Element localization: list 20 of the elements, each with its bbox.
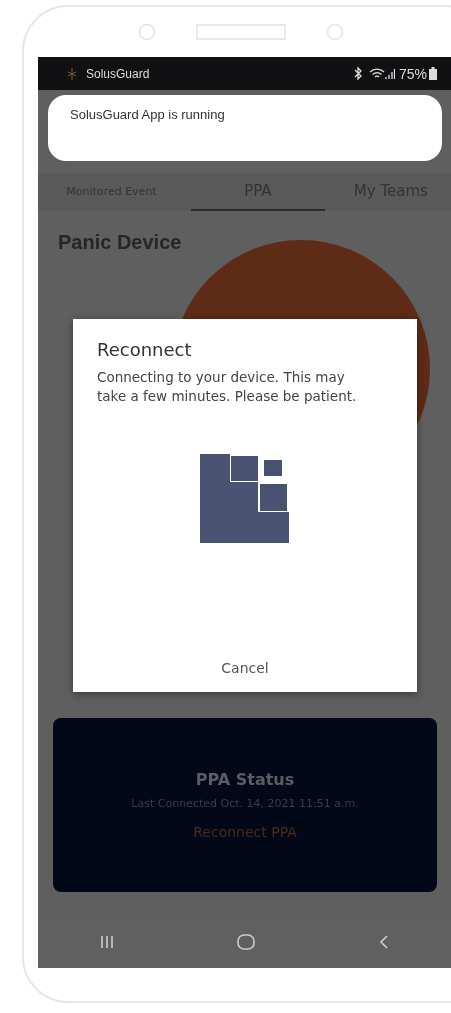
battery-icon xyxy=(429,67,437,80)
back-icon[interactable] xyxy=(378,933,391,950)
dialog-message: Connecting to your device. This may take a few minutes. Please be patient. xyxy=(97,368,358,406)
sensor-icon xyxy=(326,23,344,41)
cancel-button[interactable]: Cancel xyxy=(213,656,277,680)
dialog-title: Reconnect xyxy=(97,339,193,360)
camera-icon xyxy=(138,23,156,41)
wifi-icon xyxy=(368,67,385,80)
signal-icon xyxy=(384,67,395,80)
section-title: Panic Device xyxy=(58,231,182,254)
recents-icon[interactable] xyxy=(98,933,115,950)
app-name: SolusGuard xyxy=(86,66,150,81)
notification-text: SolusGuard App is running xyxy=(70,107,226,122)
reconnect-link[interactable]: Reconnect PPA xyxy=(193,824,297,840)
battery-percent: 75% xyxy=(398,65,427,82)
bluetooth-icon xyxy=(352,67,363,80)
speaker-icon xyxy=(196,24,286,40)
loading-icon xyxy=(200,454,290,544)
card-title: PPA Status xyxy=(195,770,295,789)
home-icon[interactable] xyxy=(236,932,257,951)
